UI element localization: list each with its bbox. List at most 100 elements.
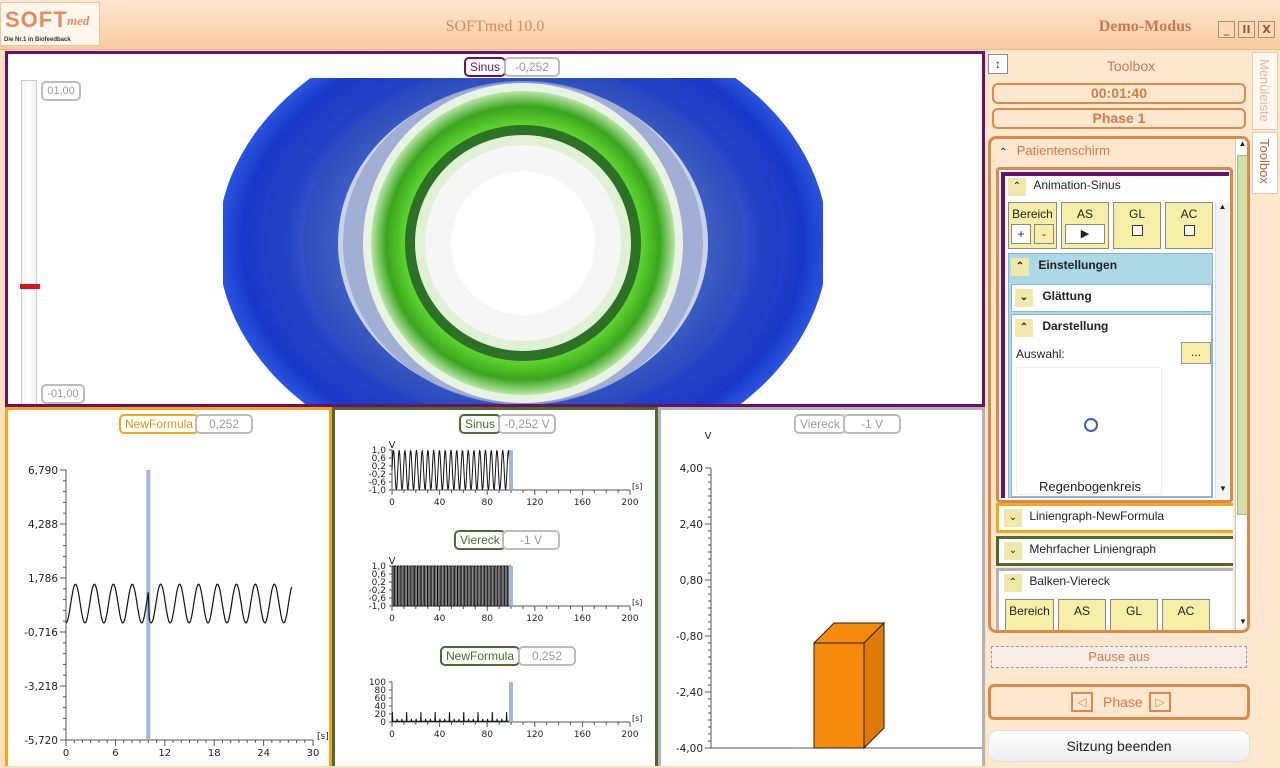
series-line: [391, 711, 513, 722]
channel-name-badge: Sinus: [459, 414, 502, 434]
toolbox-sidebar: ↕ Toolbox Menüleiste Toolbox 00:01:40 Ph…: [986, 50, 1280, 768]
y-tick-label: 0,80: [680, 575, 703, 587]
toolbox-scroll-area: ⌃ Patientenschirm ▲ ▼ ⌃ Animation-Sinus …: [988, 136, 1250, 633]
glaettung-header[interactable]: ⌄ Glättung: [1011, 284, 1212, 312]
y-tick-label: -3,218: [24, 681, 58, 693]
animation-sinus-label: Animation-Sinus: [1033, 178, 1121, 192]
channel-name-badge: Sinus: [464, 57, 507, 77]
y-tick-label: -5,720: [24, 735, 58, 747]
darstellung-header[interactable]: ⌃ Darstellung: [1015, 319, 1108, 337]
demo-mode-label: Demo-Modus: [1098, 18, 1192, 35]
einstellungen-section: ⌃ Einstellungen ⌄ Glättung ⌃ Darstellung…: [1008, 253, 1213, 498]
minimize-button[interactable]: _: [1218, 21, 1235, 38]
ac-button[interactable]: AC: [1165, 202, 1213, 249]
pin-icon[interactable]: ↕: [988, 54, 1008, 74]
scroll-up-icon[interactable]: ▲: [1236, 139, 1247, 153]
tunnel-animation: [8, 78, 982, 404]
x-tick-label: 24: [257, 748, 270, 759]
outer-scrollbar[interactable]: ▲ ▼: [1235, 139, 1247, 630]
time-cursor: [509, 450, 513, 490]
scroll-up-icon[interactable]: ▲: [1216, 202, 1229, 216]
einstellungen-header[interactable]: ⌃ Einstellungen: [1011, 258, 1117, 276]
y-tick-label: -0,80: [676, 631, 703, 643]
chevron-down-icon: ⌄: [1015, 289, 1033, 307]
time-cursor: [509, 682, 513, 722]
as-button[interactable]: AS: [1058, 599, 1106, 630]
ac-checkbox[interactable]: [1183, 225, 1195, 236]
scroll-down-icon[interactable]: ▼: [1216, 484, 1230, 498]
pause-button[interactable]: Pause aus: [991, 646, 1247, 668]
y-tick-label: 1,786: [28, 573, 58, 585]
gl-button[interactable]: GL: [1113, 202, 1161, 249]
maximize-button[interactable]: II: [1238, 21, 1255, 38]
bereich-button[interactable]: Bereich: [1005, 599, 1054, 630]
darstellung-section: ⌃ Darstellung Auswahl: ... Regenbogenkre…: [1011, 314, 1212, 497]
x-tick-label: 200: [621, 498, 638, 508]
x-tick-label: 160: [574, 614, 591, 624]
tab-toolbox[interactable]: Toolbox: [1252, 132, 1278, 194]
x-tick-label: 0: [389, 498, 395, 508]
x-unit-label: [s]: [632, 482, 642, 491]
channel-name-badge: NewFormula: [440, 646, 521, 666]
y-tick-label: 0: [380, 718, 386, 728]
as-button[interactable]: AS ▶: [1061, 202, 1109, 249]
multi-line-chart-panel: Sinus -0,252 V V 1,0 0,6 0,2 -0,2 -0,6 -1,0 0 40…: [332, 407, 658, 766]
ac-button[interactable]: AC: [1162, 599, 1210, 630]
tab-menuleiste[interactable]: Menüleiste: [1252, 52, 1278, 130]
y-tick-label: 4,288: [28, 519, 58, 531]
close-button[interactable]: X: [1258, 21, 1275, 38]
plus-button[interactable]: +: [1011, 224, 1031, 244]
bereich-button[interactable]: Bereich + -: [1008, 202, 1057, 249]
y-tick-label: 2,40: [680, 519, 703, 531]
scale-min-label: -01,00: [41, 384, 85, 404]
y-tick-label: -1,0: [368, 486, 386, 496]
play-icon[interactable]: ▶: [1065, 224, 1105, 244]
inner-scrollbar[interactable]: ▲ ▼: [1215, 202, 1229, 498]
prev-phase-icon[interactable]: ◁: [1071, 692, 1093, 712]
animation-sinus-header[interactable]: ⌃ Animation-Sinus: [1008, 178, 1224, 202]
auswahl-browse-button[interactable]: ...: [1181, 342, 1211, 364]
glaettung-label: Glättung: [1042, 289, 1092, 303]
minus-button[interactable]: -: [1034, 224, 1054, 244]
patientenschirm-header[interactable]: ⌃ Patientenschirm: [999, 143, 1110, 165]
channel-value-badge: -1 V: [502, 530, 560, 550]
y-tick-label: 6,790: [28, 465, 58, 477]
balken-viereck-header[interactable]: ⌃ Balken-Viereck: [1004, 574, 1110, 592]
balken-label: Balken-Viereck: [1029, 574, 1110, 588]
y-tick-label: -0,716: [24, 627, 58, 639]
einstellungen-label: Einstellungen: [1038, 258, 1118, 272]
x-tick-label: 80: [481, 614, 493, 624]
x-tick-label: 40: [434, 614, 446, 624]
sinus-line-chart: V1,00,60,2-0,2-0,6-1,00 40 80 120 160 200[s]: [368, 440, 642, 508]
x-tick-label: 200: [621, 730, 638, 740]
phase-nav: ◁ Phase ▷: [988, 684, 1250, 720]
balken-viereck-group: ⌃ Balken-Viereck Bereich AS GL AC: [996, 568, 1233, 630]
as-label: AS: [1073, 604, 1090, 618]
next-phase-icon[interactable]: ▷: [1149, 692, 1171, 712]
logo-tagline: Die Nr.1 in Biofeedback: [4, 37, 71, 43]
newformula-line-chart: 6,790 4,288 1,786 -0,716 -3,218 -5,720 0 6 12 18 2…: [24, 465, 329, 759]
display-preview[interactable]: Regenbogenkreis: [1016, 367, 1162, 495]
scale-bar: [21, 80, 37, 404]
scroll-down-icon[interactable]: ▼: [1236, 617, 1247, 630]
x-tick-label: 80: [481, 498, 493, 508]
mehrfacher-label: Mehrfacher Liniengraph: [1029, 542, 1157, 556]
gl-checkbox[interactable]: [1131, 225, 1143, 236]
x-unit-label: [s]: [632, 714, 642, 723]
mehrfacher-liniengraph-item[interactable]: ⌄ Mehrfacher Liniengraph: [996, 536, 1233, 566]
gl-button[interactable]: GL: [1110, 599, 1158, 630]
logo-text: SOFT: [5, 7, 68, 32]
newformula-small-line-chart: 1008060402000 40 80 120 160 200[s]: [369, 678, 643, 740]
newformula-series-line: [65, 583, 293, 624]
tab-menuleiste-label: Menüleiste: [1257, 59, 1272, 122]
scroll-thumb[interactable]: [1237, 155, 1247, 515]
time-cursor: [509, 566, 513, 606]
liniengraph-newformula-item[interactable]: ⌄ Liniengraph-NewFormula: [996, 503, 1233, 533]
x-tick-label: 120: [526, 614, 543, 624]
end-session-button[interactable]: Sitzung beenden: [988, 730, 1250, 762]
x-unit-label: [s]: [317, 732, 329, 742]
y-tick-label: 4,00: [680, 463, 703, 475]
phase-indicator: Phase 1: [992, 108, 1246, 129]
title-bar: SOFT med Die Nr.1 in Biofeedback SOFTmed…: [0, 0, 1280, 50]
bereich-label: Bereich: [1012, 207, 1053, 221]
